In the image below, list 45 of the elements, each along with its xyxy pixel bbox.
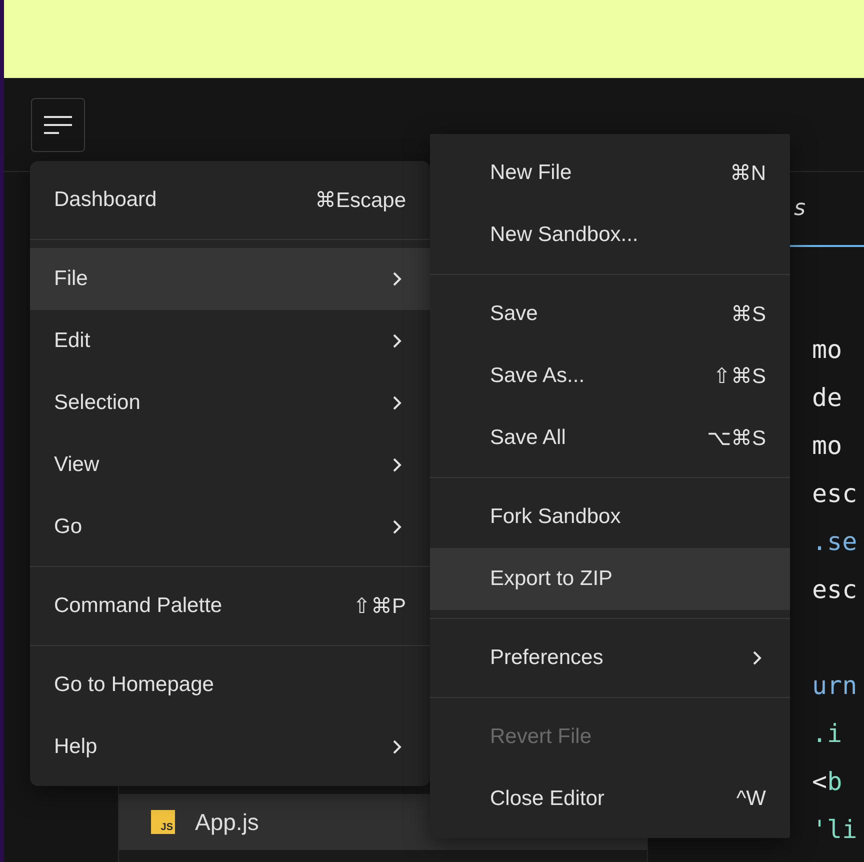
code-line: mo — [812, 334, 842, 364]
chevron-right-icon — [392, 395, 402, 411]
shortcut-label: ⌘N — [730, 160, 766, 186]
chevron-right-icon — [392, 457, 402, 473]
code-line: de — [812, 382, 842, 412]
code-line: .i — [812, 718, 842, 748]
chevron-right-icon — [392, 739, 402, 755]
menu-item[interactable]: Dashboard ⌘Escape — [30, 169, 430, 231]
shortcut-label: ⌥⌘S — [706, 426, 766, 450]
code-line: urn — [812, 670, 858, 700]
code-line: esc — [812, 478, 858, 508]
menu-item[interactable]: Edit — [30, 310, 430, 372]
menu-item[interactable]: Save ⌘S — [430, 283, 790, 345]
menu-button[interactable] — [31, 98, 85, 152]
code-line: .se — [812, 526, 858, 556]
menu-item[interactable]: Fork Sandbox — [430, 486, 790, 548]
shortcut-label: ^W — [736, 787, 766, 811]
menu-item[interactable]: Export to ZIP — [430, 548, 790, 610]
shortcut-label: ⇧⌘P — [352, 594, 406, 618]
shortcut-label: ⌘Escape — [314, 188, 406, 212]
menu-item[interactable]: New Sandbox... — [430, 204, 790, 266]
menu-item[interactable]: Command Palette ⇧⌘P — [30, 575, 430, 637]
menu-item[interactable]: File — [30, 248, 430, 310]
menu-item[interactable]: Help — [30, 716, 430, 778]
shortcut-label: ⇧⌘S — [712, 364, 766, 388]
code-line: 'li — [812, 814, 858, 844]
chevron-right-icon — [752, 650, 762, 666]
file-name: App.js — [195, 808, 259, 836]
code-line: mo — [812, 430, 842, 460]
menu-item[interactable]: Go to Homepage — [30, 654, 430, 716]
menu-item[interactable]: Go — [30, 496, 430, 558]
menu-item[interactable]: Save As... ⇧⌘S — [430, 345, 790, 407]
menu-item[interactable]: View — [30, 434, 430, 496]
menu-icon — [43, 115, 73, 135]
js-file-icon: JS — [151, 810, 175, 834]
chevron-right-icon — [392, 271, 402, 287]
menu-item[interactable]: Save All ⌥⌘S — [430, 407, 790, 469]
chevron-right-icon — [392, 519, 402, 535]
code-line: <b — [812, 766, 842, 796]
menu-item[interactable]: Preferences — [430, 627, 790, 689]
code-line: esc — [812, 574, 858, 604]
chevron-right-icon — [392, 333, 402, 349]
menu-item[interactable]: Selection — [30, 372, 430, 434]
menu-item[interactable]: New File ⌘N — [430, 142, 790, 204]
shortcut-label: ⌘S — [730, 302, 766, 326]
